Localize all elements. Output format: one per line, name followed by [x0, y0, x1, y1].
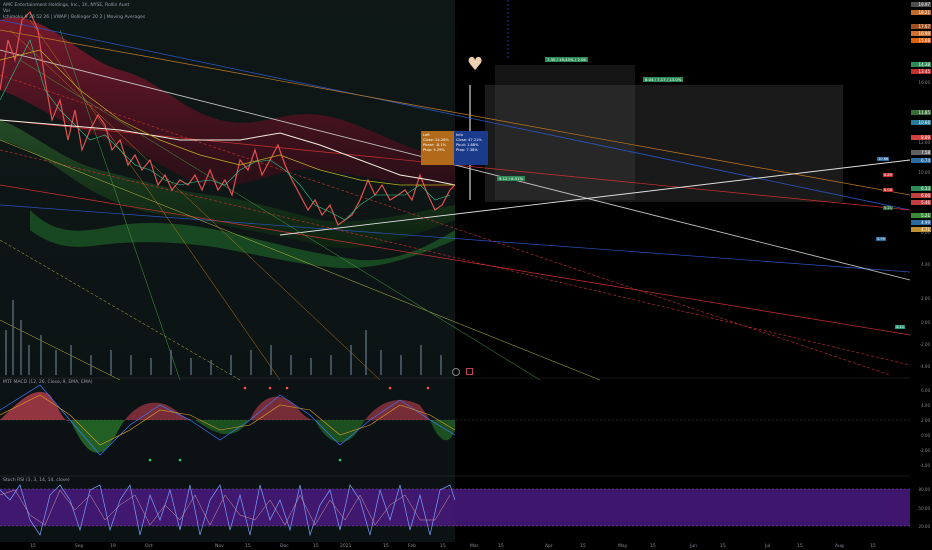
indicator-legend: Ichimoku 9 26 52 26 | VWAP | Bollinger 2… — [3, 15, 146, 20]
tag-left-2: 8.89 — [883, 173, 894, 177]
volume-legend: Vol — [3, 9, 10, 14]
stoch-axis-label: 80.00 — [918, 487, 930, 492]
time-label: 15 — [498, 544, 504, 549]
time-label: 15 — [720, 544, 726, 549]
price-tag: 6.00 — [911, 193, 931, 198]
time-label: Sep — [75, 544, 84, 549]
time-label: 15 — [797, 544, 803, 549]
small-green-label: 9.12 / 8.51% — [497, 176, 526, 181]
price-tag: 14.38 — [911, 62, 931, 67]
axis-label: -2.00 — [919, 342, 930, 347]
time-label: 15 — [30, 544, 36, 549]
price-tag: 19.97 — [911, 2, 931, 7]
macd-axis-label: 6.00 — [921, 388, 930, 393]
time-label: 2021 — [340, 544, 352, 549]
time-label: 15 — [313, 544, 319, 549]
time-label: Jun — [690, 544, 698, 549]
time-label: Jul — [765, 544, 771, 549]
price-axis[interactable]: 16.00 14.00 12.00 10.00 8.00 6.00 4.00 2… — [910, 0, 932, 550]
heart-icon: ♥ — [467, 54, 484, 75]
price-tag: 4.71 — [911, 227, 931, 232]
macd-axis-label: 4.00 — [921, 403, 930, 408]
macd-legend: MTF MACD (12, 26, Close, 9, EMA, EMA) — [3, 380, 93, 385]
stoch-axis-label: 50.00 — [918, 506, 930, 511]
time-label: 15 — [440, 544, 446, 549]
stoch-band — [0, 489, 910, 526]
stoch-legend: Stoch RSI (3, 3, 14, 14, close) — [3, 478, 70, 483]
price-tag: 18.21 — [911, 10, 931, 15]
time-label: Nov — [215, 544, 224, 549]
axis-label: 2.00 — [921, 296, 930, 301]
macd-axis-label: -4.00 — [919, 463, 930, 468]
time-axis[interactable]: 15 Sep 19 Oct Nov 15 Dec 15 2021 15 Feb 15 Mar 15 Apr 1… — [0, 542, 910, 550]
axis-label: 12.00 — [918, 140, 930, 145]
price-tag: 6.33 — [911, 186, 931, 191]
time-label: 15 — [383, 544, 389, 549]
top-box-label: 7.30 / 19.45% / 2.06 — [545, 57, 588, 62]
time-label: Aug — [835, 544, 844, 549]
axis-label: 4.00 — [921, 262, 930, 267]
time-label: Apr — [545, 544, 553, 549]
axis-label: 10.00 — [918, 170, 930, 175]
time-label: Mar — [470, 544, 479, 549]
settings-icon[interactable] — [466, 368, 473, 375]
info-right-line-3: Ptop: 7.38% — [456, 148, 478, 152]
time-label: May — [618, 544, 628, 549]
info-left-line-3: Ptop: 5.29% — [423, 148, 445, 152]
price-tag: 15.68 — [911, 38, 931, 43]
time-label: 15 — [650, 544, 656, 549]
price-tag: 5.21 — [911, 213, 931, 218]
tag-left-5: 4.99 — [876, 237, 887, 241]
info-box-right: Info Close: 47.21% Pbull: 1.88% Ptop: 7.… — [454, 131, 488, 165]
chart-canvas[interactable] — [0, 0, 932, 550]
time-label: 15 — [580, 544, 586, 549]
price-tag: 7.58 — [911, 150, 931, 155]
axis-label: -4.00 — [919, 364, 930, 369]
price-tag: 16.99 — [911, 31, 931, 36]
price-tag: 13.45 — [911, 69, 931, 74]
eye-icon[interactable] — [452, 368, 460, 376]
time-label: 15 — [870, 544, 876, 549]
price-tag: 5.46 — [911, 200, 931, 205]
price-tag: 4.99 — [911, 220, 931, 225]
tag-left-1: 10.66 — [877, 157, 890, 161]
time-label: Feb — [408, 544, 416, 549]
time-label: 19 — [110, 544, 116, 549]
tag-left-3: 6.00 — [883, 188, 894, 192]
tag-left-6: 3.11 — [895, 325, 906, 329]
price-tag: 8.89 — [911, 135, 931, 140]
price-tag: 10.66 — [911, 120, 931, 125]
time-label: Dec — [280, 544, 289, 549]
price-tag: 17.67 — [911, 24, 931, 29]
time-label: Oct — [145, 544, 153, 549]
price-tag: 6.74 — [911, 158, 931, 163]
axis-label: 0.00 — [921, 320, 930, 325]
tag-left-4: 5.21 — [883, 206, 894, 210]
price-tag: 11.85 — [911, 110, 931, 115]
stoch-axis-label: 20.00 — [918, 524, 930, 529]
macd-axis-label: 2.00 — [921, 418, 930, 423]
right-box-label: 8.04 / 7.17 / 13.0% — [643, 77, 684, 82]
info-box-left: Left Close: 24.26% Pbear: -8.1% Ptop: 5.… — [421, 131, 455, 165]
axis-label: 16.00 — [918, 80, 930, 85]
macd-axis-label: 0.00 — [921, 433, 930, 438]
macd-axis-label: -2.00 — [919, 448, 930, 453]
symbol-legend: AMC Entertainment Holdings, Inc., 1h, NY… — [3, 3, 130, 8]
time-label: 15 — [245, 544, 251, 549]
